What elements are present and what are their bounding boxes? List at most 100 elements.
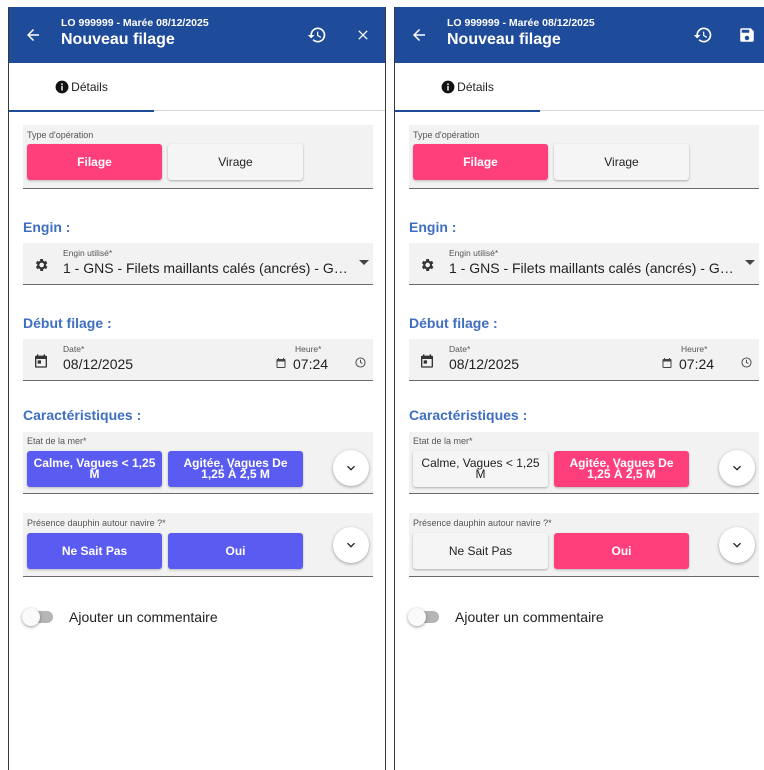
engin-select[interactable]: Engin utilisé* 1 - GNS - Filets maillant… [409,243,759,285]
option-oui[interactable]: Oui [168,533,303,569]
chevron-down-icon [347,542,355,548]
expand-dauphin-button[interactable] [333,527,369,563]
dauphin-group: Présence dauphin autour navire ?* Ne Sai… [23,513,373,577]
option-oui[interactable]: Oui [554,533,689,569]
tab-details[interactable]: Détails [9,63,154,112]
option-virage[interactable]: Virage [554,144,689,180]
date-field-label: Date* [449,344,471,354]
date-field-value[interactable]: 08/12/2025 [63,356,133,372]
calendar-icon [421,354,433,368]
trip-subtitle: LO 999999 - Marée 08/12/2025 [61,17,209,29]
caracteristiques-section-title: Caractéristiques : [409,407,528,423]
comment-toggle-label: Ajouter un commentaire [69,609,218,625]
option-calme[interactable]: Calme, Vagues < 1,25 M [413,451,548,487]
app-header: LO 999999 - Marée 08/12/2025 Nouveau fil… [9,7,385,63]
app-header: LO 999999 - Marée 08/12/2025 Nouveau fil… [395,7,764,63]
time-field-label: Heure* [681,344,708,354]
trip-subtitle: LO 999999 - Marée 08/12/2025 [447,17,595,29]
form-panel-right: LO 999999 - Marée 08/12/2025 Nouveau fil… [394,7,764,770]
calendar-icon [35,354,47,368]
back-button[interactable] [405,21,433,49]
date-field-label: Date* [63,344,85,354]
dauphin-label: Présence dauphin autour navire ?* [413,518,552,528]
engin-section-title: Engin : [409,219,457,235]
chevron-down-icon [733,542,741,548]
clock-icon [355,357,366,368]
debut-section-title: Début filage : [23,315,112,331]
time-field-label: Heure* [295,344,322,354]
save-button[interactable] [735,23,759,47]
operation-type-label: Type d'opération [27,130,94,140]
dauphin-label: Présence dauphin autour navire ?* [27,518,166,528]
dauphin-group: Présence dauphin autour navire ?* Ne Sai… [409,513,759,577]
engin-field-label: Engin utilisé* [449,248,499,258]
option-filage[interactable]: Filage [413,144,548,180]
clock-icon [741,357,752,368]
engin-field-value: 1 - GNS - Filets maillants calés (ancrés… [63,260,348,276]
etat-mer-group: Etat de la mer* Calme, Vagues < 1,25 M A… [409,432,759,494]
page-title: Nouveau filage [447,31,561,48]
expand-etat-mer-button[interactable] [719,450,755,486]
engin-select[interactable]: Engin utilisé* 1 - GNS - Filets maillant… [23,243,373,285]
engin-section-title: Engin : [23,219,71,235]
tab-bar: Détails [9,63,385,112]
option-ne-sait-pas[interactable]: Ne Sait Pas [413,533,548,569]
calendar-small-icon [662,358,672,368]
comment-toggle-row: Ajouter un commentaire [408,605,749,629]
tab-bar: Détails [395,63,764,112]
chevron-down-icon [347,465,355,471]
calendar-small-icon [276,358,286,368]
back-button[interactable] [19,21,47,49]
option-agitee[interactable]: Agitée, Vagues De 1,25 À 2,5 M [554,451,689,487]
debut-section-title: Début filage : [409,315,498,331]
etat-mer-label: Etat de la mer* [27,436,87,446]
info-icon [441,80,455,94]
history-button[interactable] [305,23,329,47]
option-virage[interactable]: Virage [168,144,303,180]
back-arrow-icon [413,29,425,41]
dropdown-arrow-icon [359,260,369,265]
tab-active-indicator [9,110,154,112]
tab-active-indicator [395,110,540,112]
tab-details[interactable]: Détails [395,63,540,112]
history-button[interactable] [691,23,715,47]
comment-toggle-label: Ajouter un commentaire [455,609,604,625]
comment-toggle[interactable] [22,608,53,626]
comment-toggle-row: Ajouter un commentaire [22,605,363,629]
toggle-thumb [22,608,40,626]
etat-mer-group: Etat de la mer* Calme, Vagues < 1,25 M A… [23,432,373,494]
date-time-row: Date* 08/12/2025 Heure* 07:24 [409,339,759,381]
engin-field-label: Engin utilisé* [63,248,113,258]
dropdown-arrow-icon [745,260,755,265]
time-field-value[interactable]: 07:24 [293,356,328,372]
expand-etat-mer-button[interactable] [333,450,369,486]
gear-icon [421,259,434,271]
time-field-value[interactable]: 07:24 [679,356,714,372]
form-panel-left: LO 999999 - Marée 08/12/2025 Nouveau fil… [8,7,386,770]
close-button[interactable] [351,23,375,47]
gear-icon [35,259,48,271]
close-icon [358,30,368,40]
operation-type-label: Type d'opération [413,130,480,140]
info-icon [55,80,69,94]
history-icon [307,27,326,43]
chevron-down-icon [733,465,741,471]
save-icon [740,28,754,42]
operation-type-group: Type d'opération Filage Virage [23,125,373,189]
option-ne-sait-pas[interactable]: Ne Sait Pas [27,533,162,569]
tab-label: Détails [457,80,494,94]
option-agitee[interactable]: Agitée, Vagues De 1,25 À 2,5 M [168,451,303,487]
engin-field-value: 1 - GNS - Filets maillants calés (ancrés… [449,260,734,276]
date-field-value[interactable]: 08/12/2025 [449,356,519,372]
history-icon [693,27,712,43]
back-arrow-icon [27,29,39,41]
expand-dauphin-button[interactable] [719,527,755,563]
option-filage[interactable]: Filage [27,144,162,180]
tab-label: Détails [71,80,108,94]
toggle-thumb [408,608,426,626]
caracteristiques-section-title: Caractéristiques : [23,407,142,423]
date-time-row: Date* 08/12/2025 Heure* 07:24 [23,339,373,381]
comment-toggle[interactable] [408,608,439,626]
etat-mer-label: Etat de la mer* [413,436,473,446]
option-calme[interactable]: Calme, Vagues < 1,25 M [27,451,162,487]
